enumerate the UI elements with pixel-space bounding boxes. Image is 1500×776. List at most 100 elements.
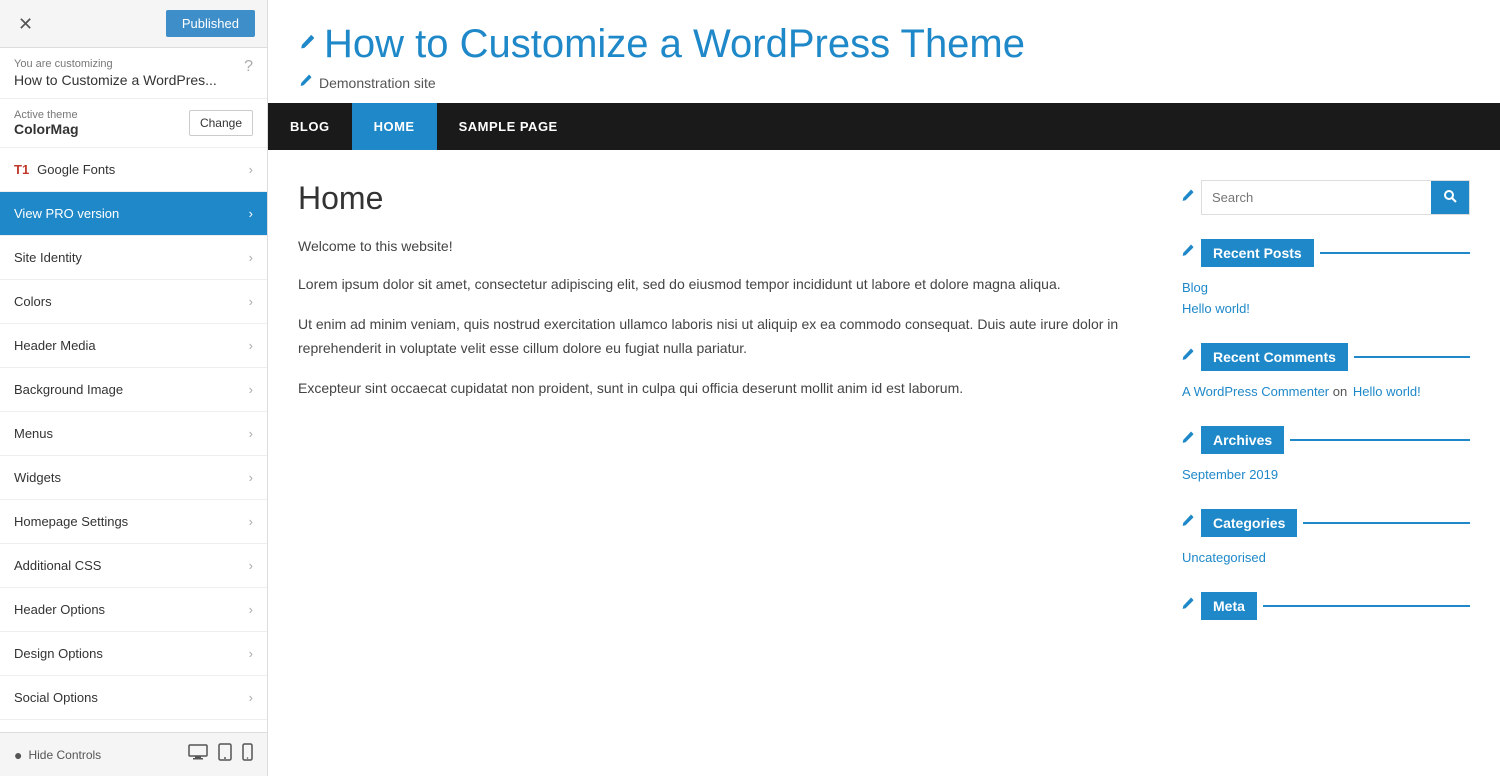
sidebar-item-label: Colors	[14, 294, 52, 309]
search-input[interactable]	[1202, 182, 1431, 213]
edit-subtitle-icon[interactable]	[298, 72, 313, 93]
comment-on-text: on	[1333, 384, 1347, 399]
recent-post-blog[interactable]: Blog	[1182, 277, 1470, 298]
page-intro: Welcome to this website!	[298, 235, 1150, 257]
widget-title-row: Recent Posts	[1180, 239, 1470, 267]
chevron-icon: ›	[249, 690, 253, 705]
chevron-icon: ›	[249, 162, 253, 177]
recent-posts-title: Recent Posts	[1201, 239, 1314, 267]
eye-icon: ●	[14, 747, 22, 763]
chevron-icon: ›	[249, 426, 253, 441]
sidebar-item-label: Header Media	[14, 338, 96, 353]
content-area: Home Welcome to this website! Lorem ipsu…	[298, 180, 1150, 644]
theme-name: ColorMag	[14, 121, 79, 137]
category-uncategorised[interactable]: Uncategorised	[1182, 547, 1470, 568]
sidebar-item-site-identity[interactable]: Site Identity ›	[0, 236, 267, 280]
close-button[interactable]: ✕	[12, 13, 39, 35]
sidebar-item-homepage-settings[interactable]: Homepage Settings ›	[0, 500, 267, 544]
title-line	[1303, 522, 1470, 524]
sidebar-item-view-pro[interactable]: View PRO version ›	[0, 192, 267, 236]
page-title: Home	[298, 180, 1150, 217]
edit-search-icon[interactable]	[1180, 188, 1195, 208]
published-button[interactable]: Published	[166, 10, 255, 37]
page-paragraph-2: Ut enim ad minim veniam, quis nostrud ex…	[298, 313, 1150, 361]
comment-item: A WordPress Commenter on Hello world!	[1180, 381, 1470, 402]
categories-title: Categories	[1201, 509, 1297, 537]
chevron-icon: ›	[249, 294, 253, 309]
search-widget	[1180, 180, 1470, 215]
meta-widget: Meta	[1180, 592, 1470, 620]
tablet-icon[interactable]	[218, 743, 232, 766]
widget-title-row: Archives	[1180, 426, 1470, 454]
widget-title-row: Recent Comments	[1180, 343, 1470, 371]
sidebar-item-widgets[interactable]: Widgets ›	[0, 456, 267, 500]
theme-label: Active theme	[14, 109, 79, 121]
title-line	[1263, 605, 1470, 607]
mobile-icon[interactable]	[242, 743, 253, 766]
search-button[interactable]	[1431, 181, 1469, 214]
sidebar-item-header-options[interactable]: Header Options ›	[0, 588, 267, 632]
sidebar-item-footer-options[interactable]: Footer Options ›	[0, 720, 267, 732]
categories-widget: Categories Uncategorised	[1180, 509, 1470, 568]
help-icon[interactable]: ?	[244, 58, 253, 76]
nav-item-sample-page[interactable]: SAMPLE PAGE	[437, 103, 580, 150]
title-line	[1320, 252, 1470, 254]
sidebar-item-label: Site Identity	[14, 250, 82, 265]
site-header: How to Customize a WordPress Theme Demon…	[268, 0, 1500, 103]
nav-item-blog[interactable]: BLOG	[268, 103, 352, 150]
sidebar-item-design-options[interactable]: Design Options ›	[0, 632, 267, 676]
edit-categories-icon[interactable]	[1180, 513, 1195, 533]
search-row	[1180, 180, 1470, 215]
edit-meta-icon[interactable]	[1180, 596, 1195, 616]
sidebar-nav: T1 Google Fonts › View PRO version › Sit…	[0, 148, 267, 732]
chevron-icon: ›	[249, 646, 253, 661]
title-line	[1290, 439, 1470, 441]
site-title: How to Customize a WordPress Theme	[324, 20, 1025, 68]
sidebar-item-social-options[interactable]: Social Options ›	[0, 676, 267, 720]
sidebar-item-label: Header Options	[14, 602, 105, 617]
sidebar-item-header-media[interactable]: Header Media ›	[0, 324, 267, 368]
edit-recent-posts-icon[interactable]	[1180, 243, 1195, 263]
chevron-icon: ›	[249, 338, 253, 353]
edit-title-icon[interactable]	[298, 33, 316, 56]
hide-controls-button[interactable]: ● Hide Controls	[14, 747, 101, 763]
chevron-icon: ›	[249, 206, 253, 221]
widgets-sidebar: Recent Posts Blog Hello world! Recent Co…	[1180, 180, 1470, 644]
chevron-icon: ›	[249, 250, 253, 265]
change-theme-button[interactable]: Change	[189, 110, 253, 136]
sidebar-item-menus[interactable]: Menus ›	[0, 412, 267, 456]
main-content: Home Welcome to this website! Lorem ipsu…	[268, 150, 1500, 674]
archive-september-2019[interactable]: September 2019	[1182, 464, 1470, 485]
sidebar-item-label: Homepage Settings	[14, 514, 128, 529]
sidebar-item-label: Background Image	[14, 382, 123, 397]
edit-recent-comments-icon[interactable]	[1180, 347, 1195, 367]
site-subtitle: Demonstration site	[319, 75, 436, 91]
archives-title: Archives	[1201, 426, 1284, 454]
recent-post-hello[interactable]: Hello world!	[1182, 298, 1470, 319]
chevron-icon: ›	[249, 382, 253, 397]
recent-posts-widget: Recent Posts Blog Hello world!	[1180, 239, 1470, 319]
device-icons	[188, 743, 253, 766]
comment-author-link[interactable]: A WordPress Commenter	[1182, 381, 1329, 402]
widget-title-row: Meta	[1180, 592, 1470, 620]
site-title-row: How to Customize a WordPress Theme	[298, 20, 1470, 68]
comment-post-link[interactable]: Hello world!	[1353, 381, 1421, 402]
customizing-info: You are customizing How to Customize a W…	[0, 48, 267, 99]
customizer-sidebar: ✕ Published You are customizing How to C…	[0, 0, 268, 776]
page-paragraph-1: Lorem ipsum dolor sit amet, consectetur …	[298, 273, 1150, 297]
sidebar-item-additional-css[interactable]: Additional CSS ›	[0, 544, 267, 588]
chevron-icon: ›	[249, 514, 253, 529]
nav-item-home[interactable]: HOME	[352, 103, 437, 150]
customizing-title: How to Customize a WordPres...	[14, 72, 217, 88]
desktop-icon[interactable]	[188, 743, 208, 766]
font-icon: T1	[14, 162, 29, 177]
site-subtitle-row: Demonstration site	[298, 72, 1470, 93]
page-paragraph-3: Excepteur sint occaecat cupidatat non pr…	[298, 377, 1150, 401]
sidebar-item-background-image[interactable]: Background Image ›	[0, 368, 267, 412]
meta-title: Meta	[1201, 592, 1257, 620]
sidebar-item-colors[interactable]: Colors ›	[0, 280, 267, 324]
edit-archives-icon[interactable]	[1180, 430, 1195, 450]
navigation-bar: BLOG HOME SAMPLE PAGE	[268, 103, 1500, 150]
sidebar-item-google-fonts[interactable]: T1 Google Fonts ›	[0, 148, 267, 192]
chevron-icon: ›	[249, 470, 253, 485]
